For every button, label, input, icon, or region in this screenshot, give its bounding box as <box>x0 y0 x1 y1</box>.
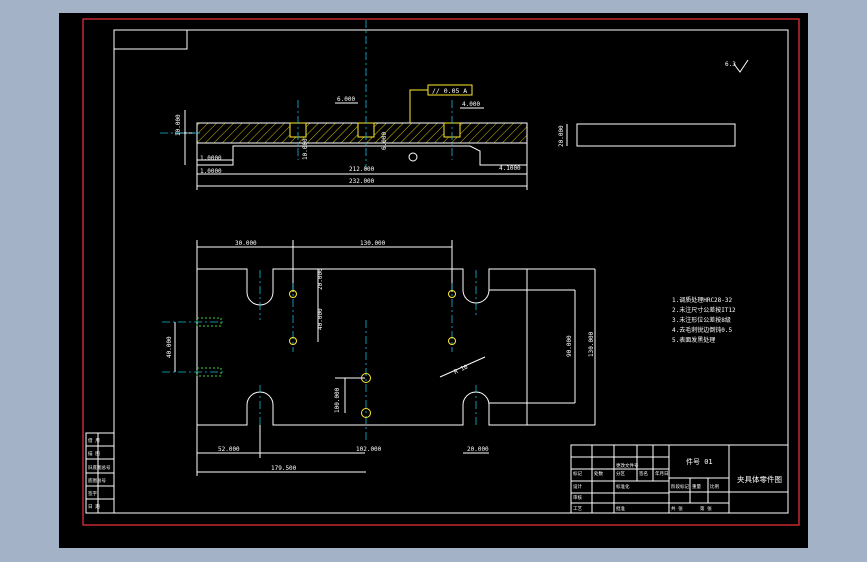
note-2: 2.未注尺寸公差按IT12 <box>672 306 736 314</box>
note-1: 1.调质处理HRC28-32 <box>672 296 733 304</box>
dim-hole-pitch: 40.000 <box>317 308 324 330</box>
dim-hole-offset: 20.000 <box>317 268 324 290</box>
left-strip-label-2: 描 图 <box>88 450 100 457</box>
tb-text-12: 阶段标记 <box>671 483 689 490</box>
dim-end-view: 20.000 <box>558 125 565 147</box>
tb-text-7: 设计 <box>573 483 582 490</box>
dim-thickness-bottom: 1.0000 <box>200 155 222 162</box>
end-view-outline <box>576 123 736 147</box>
tb-text-9: 审核 <box>573 494 582 501</box>
section-lower-outline <box>196 143 528 166</box>
plan-centerlines <box>162 270 477 440</box>
roughness-symbol-icon: 6.3 <box>725 59 749 73</box>
sheet-inner-frame <box>113 29 789 514</box>
tb-text-11: 批准 <box>616 505 625 512</box>
datum-circle <box>408 152 418 162</box>
left-strip-label-5: 签字 <box>88 490 97 497</box>
end-view: 20.000 <box>558 123 736 147</box>
note-4: 4.去毛刺锐边倒钝0.5 <box>672 326 732 334</box>
dim-left-spacing: 40.000 <box>166 336 173 358</box>
tb-text-8: 标准化 <box>616 483 630 490</box>
dim-bottom-center: 102.000 <box>356 446 382 453</box>
dim-bottom-right: 20.000 <box>467 446 489 453</box>
dim-right-width: 4.000 <box>462 101 480 108</box>
tb-text-16: 第 张 <box>700 505 712 512</box>
technical-notes: 1.调质处理HRC28-32 2.未注尺寸公差按IT12 3.未注形位公差按8级… <box>672 296 736 344</box>
tb-text-13: 重量 <box>692 483 701 490</box>
tb-text-5: 签名 <box>639 470 648 477</box>
dim-overall-length: 232.000 <box>349 178 375 185</box>
tb-text-6: 年月日 <box>655 470 669 477</box>
tb-text-10: 工艺 <box>573 506 582 512</box>
plan-outline <box>196 268 528 426</box>
tb-text-4: 更改文件号 <box>616 462 639 469</box>
left-strip-label-6: 日 期 <box>88 504 100 510</box>
dim-thickness-left: 10.000 <box>175 114 182 136</box>
dim-slot-width: 6.000 <box>337 96 355 103</box>
note-3: 3.未注形位公差按8级 <box>672 316 731 324</box>
dim-thickness-right: 1.0000 <box>200 168 222 175</box>
tb-text-1: 标记 <box>573 470 582 477</box>
tb-text-2: 处数 <box>594 470 603 477</box>
dim-thickness-mid: 10.000 <box>302 138 309 160</box>
drawing-svg: 6.3 // 0.05 A 10.000 1.0000 1.0000 10.00… <box>82 18 800 526</box>
roughness-value: 6.3 <box>725 61 736 68</box>
section-view <box>175 102 528 190</box>
left-strip-label-3: 旧底图总号 <box>88 464 111 471</box>
dim-top-span: 130.000 <box>360 240 386 247</box>
drawing-name: 夹具体零件图 <box>737 474 782 484</box>
chamfer-label: R 10 <box>453 363 469 375</box>
note-5: 5.表面发黑处理 <box>672 336 715 344</box>
tb-text-14: 比例 <box>710 483 719 490</box>
left-strip-label-1: 借 用 <box>88 437 100 444</box>
left-strip-label-4: 底图总号 <box>88 477 106 484</box>
tb-text-3: 分区 <box>616 470 625 477</box>
dim-left-offset: 30.000 <box>235 240 257 247</box>
dim-inner-length: 212.000 <box>349 166 375 173</box>
drawing-number-box <box>113 29 188 50</box>
dim-bottom-left: 52.000 <box>218 446 240 453</box>
tolerance-leader <box>409 89 428 123</box>
dim-bottom-overall: 179.500 <box>271 465 297 472</box>
plan-holes <box>289 290 456 418</box>
dim-right-bottom: 4.1000 <box>499 165 521 172</box>
dim-center-height: 100.000 <box>334 387 341 413</box>
dim-inner-height: 90.000 <box>566 335 573 357</box>
left-strip-table <box>85 432 115 514</box>
dim-small: 6.000 <box>381 132 388 150</box>
dim-overall-height: 130.000 <box>588 331 595 357</box>
cad-viewport: 6.3 // 0.05 A 10.000 1.0000 1.0000 10.00… <box>0 0 867 562</box>
part-label: 件号 01 <box>686 457 713 466</box>
drawing-canvas[interactable]: 6.3 // 0.05 A 10.000 1.0000 1.0000 10.00… <box>59 13 808 548</box>
tolerance-text: // 0.05 A <box>432 87 467 95</box>
thread-holes <box>196 317 222 377</box>
plan-view <box>174 240 596 476</box>
tb-text-15: 共 张 <box>671 505 683 512</box>
